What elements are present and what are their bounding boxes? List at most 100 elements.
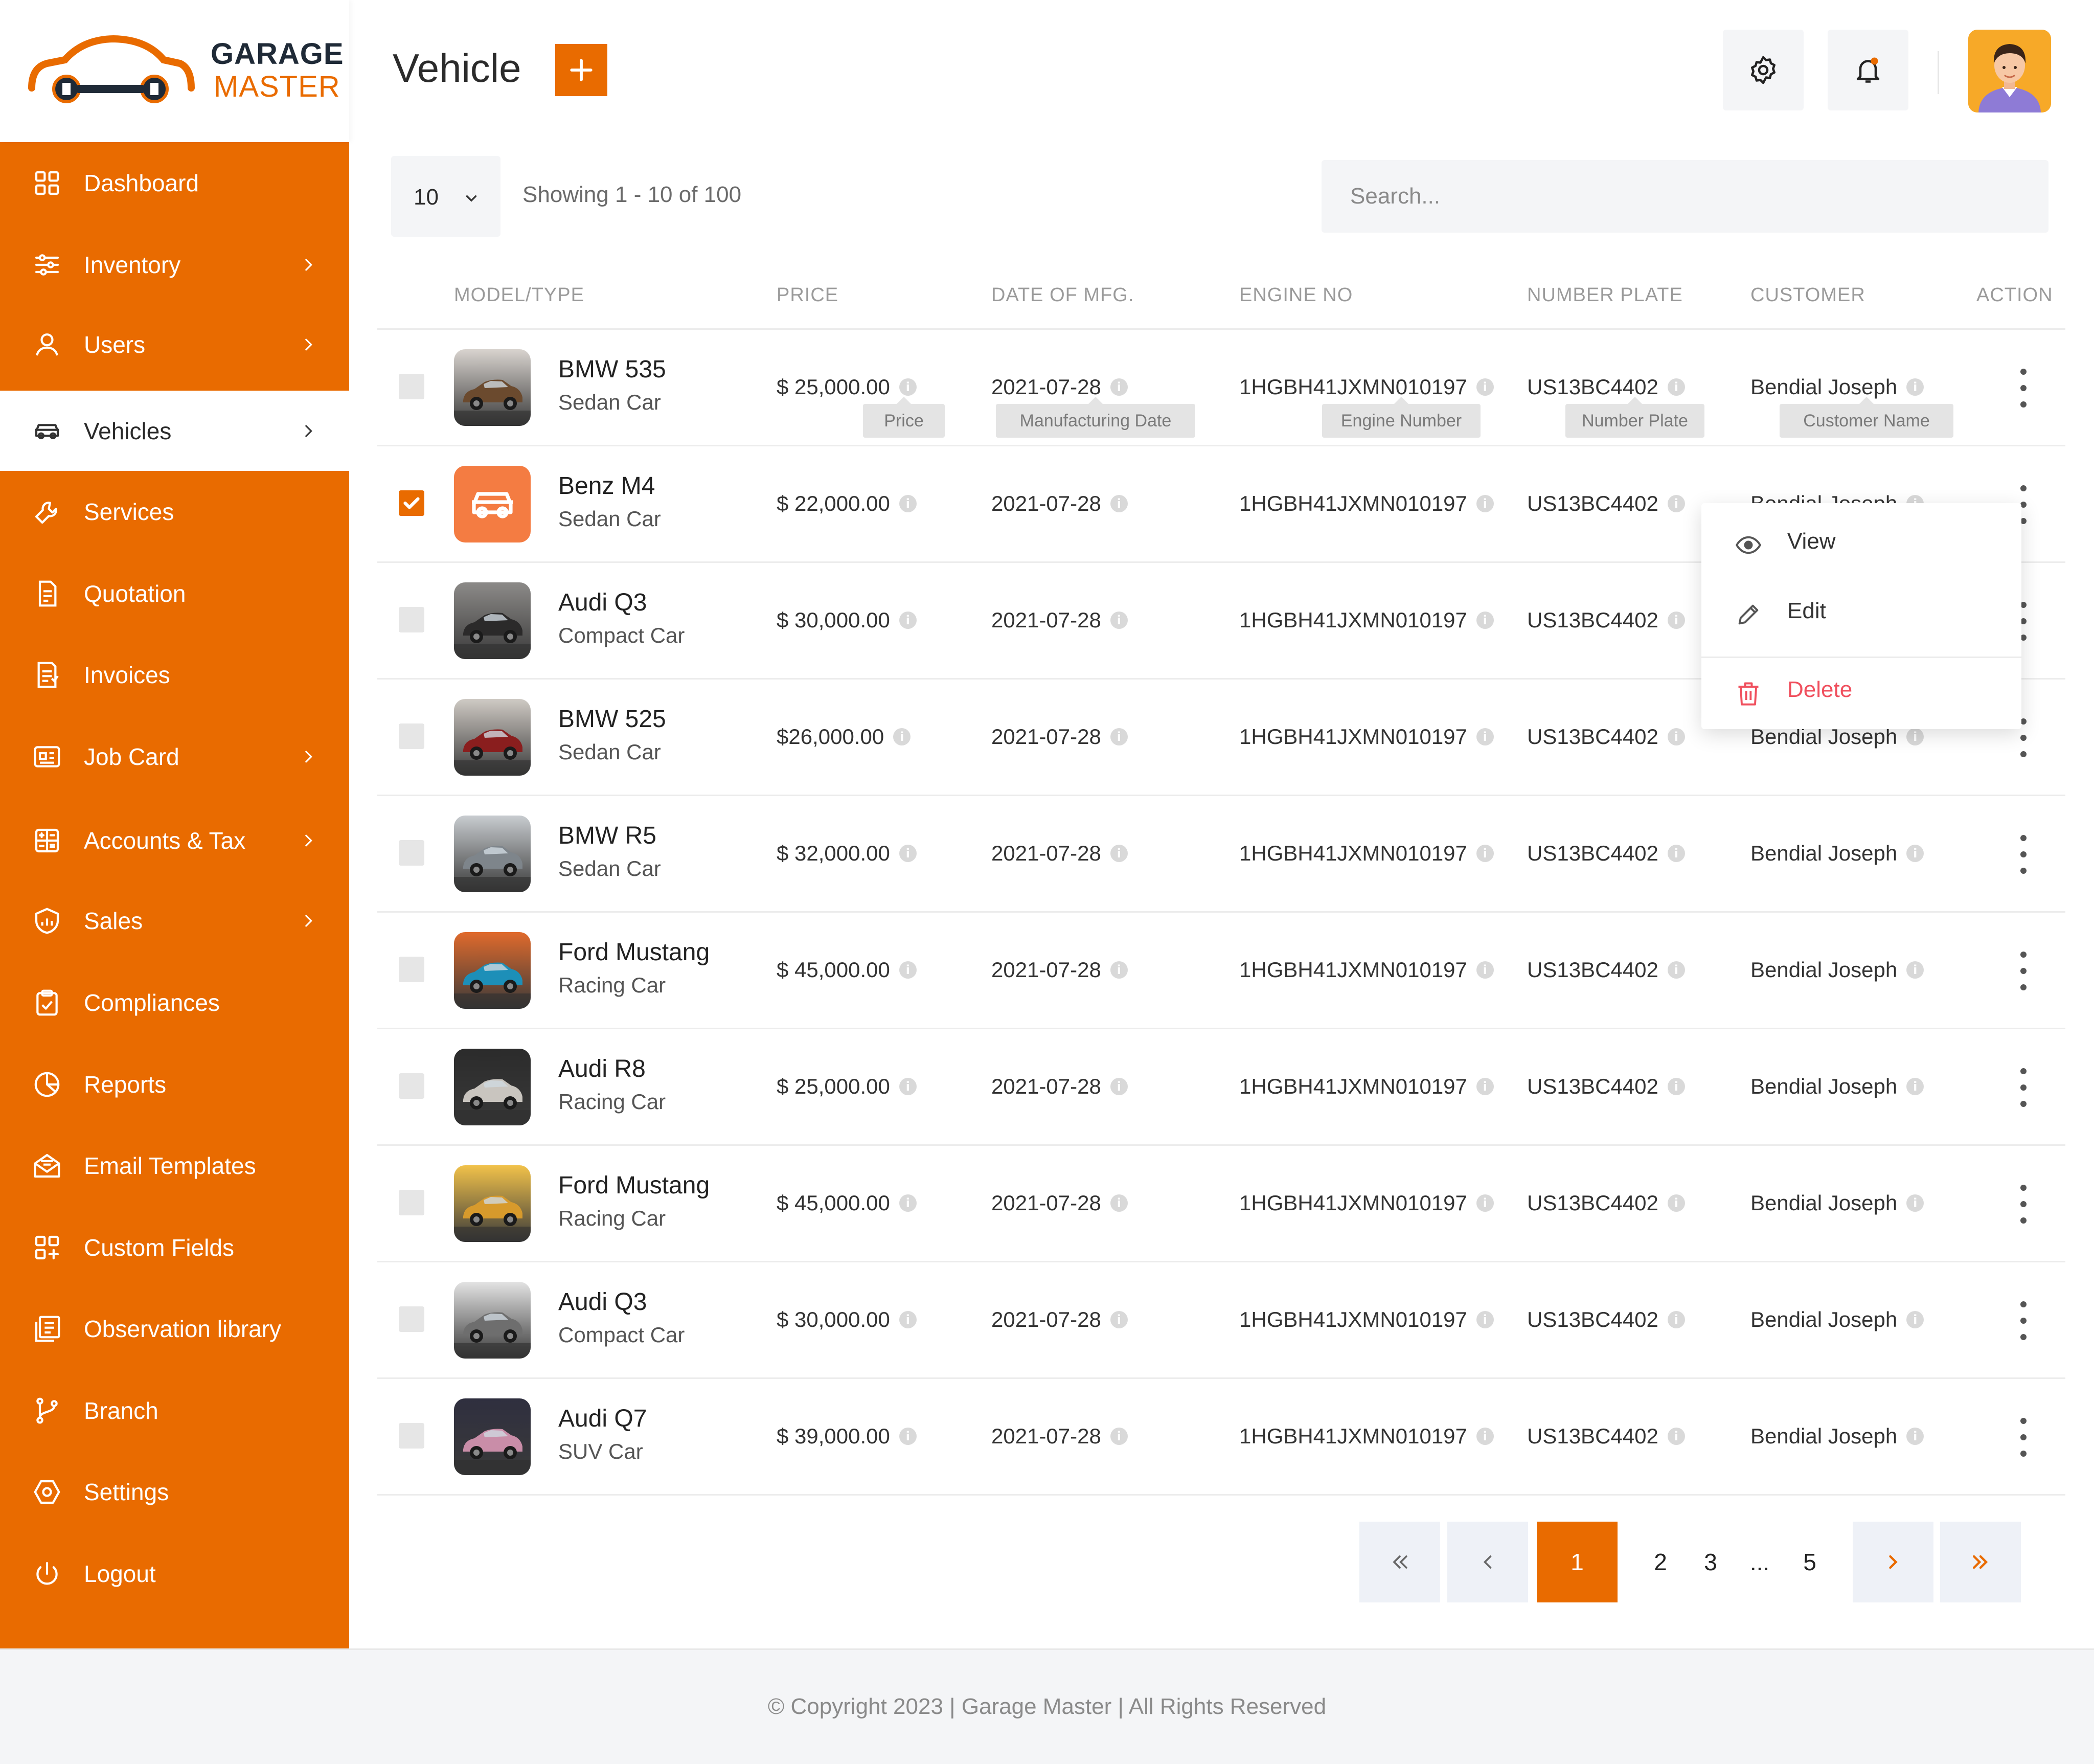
- pagination-page-1[interactable]: 1: [1537, 1522, 1618, 1602]
- info-icon[interactable]: i: [1110, 495, 1128, 512]
- pagination-last-button[interactable]: [1940, 1522, 2021, 1602]
- info-icon[interactable]: i: [899, 1311, 917, 1328]
- info-icon[interactable]: i: [1667, 1078, 1685, 1095]
- info-icon[interactable]: i: [1110, 1428, 1128, 1445]
- vehicle-model[interactable]: Audi Q7: [558, 1405, 647, 1433]
- info-icon[interactable]: i: [899, 1194, 917, 1212]
- sidebar-item-accounts-tax[interactable]: Accounts & Tax: [0, 802, 349, 879]
- info-icon[interactable]: i: [1667, 1311, 1685, 1328]
- info-icon[interactable]: i: [1476, 378, 1494, 396]
- sidebar-item-inventory[interactable]: Inventory: [0, 227, 349, 303]
- sidebar-item-custom-fields[interactable]: Custom Fields: [0, 1209, 349, 1286]
- info-icon[interactable]: i: [893, 728, 911, 745]
- search-input[interactable]: [1322, 160, 2049, 233]
- vehicle-model[interactable]: Benz M4: [558, 472, 655, 500]
- row-checkbox[interactable]: [399, 1306, 424, 1332]
- customer-value[interactable]: Bendial Joseph: [1750, 375, 1897, 399]
- info-icon[interactable]: i: [1667, 728, 1685, 745]
- info-icon[interactable]: i: [1906, 845, 1924, 862]
- info-icon[interactable]: i: [1667, 845, 1685, 862]
- vehicle-model[interactable]: Ford Mustang: [558, 938, 710, 966]
- info-icon[interactable]: i: [1667, 495, 1685, 512]
- info-icon[interactable]: i: [1667, 1428, 1685, 1445]
- sidebar-item-dashboard[interactable]: Dashboard: [0, 145, 349, 221]
- customer-value[interactable]: Bendial Joseph: [1750, 1074, 1897, 1099]
- sidebar-item-compliances[interactable]: Compliances: [0, 964, 349, 1041]
- sidebar-item-reports[interactable]: Reports: [0, 1046, 349, 1123]
- row-checkbox[interactable]: [399, 374, 424, 399]
- pagination-first-button[interactable]: [1359, 1522, 1440, 1602]
- page-size-select[interactable]: 10: [391, 156, 500, 237]
- customer-value[interactable]: Bendial Joseph: [1750, 1424, 1897, 1449]
- vehicle-model[interactable]: BMW 535: [558, 355, 666, 383]
- info-icon[interactable]: i: [899, 495, 917, 512]
- info-icon[interactable]: i: [1476, 495, 1494, 512]
- sidebar-item-vehicles[interactable]: Vehicles: [0, 391, 349, 471]
- sidebar-item-settings[interactable]: Settings: [0, 1454, 349, 1530]
- vehicle-model[interactable]: BMW 525: [558, 705, 666, 733]
- info-icon[interactable]: i: [1476, 961, 1494, 979]
- menu-item-delete[interactable]: Delete: [1701, 658, 2021, 724]
- sidebar-item-quotation[interactable]: Quotation: [0, 555, 349, 632]
- row-checkbox[interactable]: [399, 723, 424, 749]
- pagination-next-button[interactable]: [1853, 1522, 1933, 1602]
- pagination-page-3[interactable]: 3: [1690, 1522, 1731, 1602]
- info-icon[interactable]: i: [899, 378, 917, 396]
- row-actions-button[interactable]: [2013, 835, 2034, 874]
- info-icon[interactable]: i: [899, 1428, 917, 1445]
- settings-button[interactable]: [1723, 30, 1804, 110]
- info-icon[interactable]: i: [1906, 728, 1924, 745]
- info-icon[interactable]: i: [1110, 845, 1128, 862]
- column-header-engine[interactable]: ENGINE NO: [1239, 284, 1353, 306]
- menu-item-view[interactable]: View: [1701, 509, 2021, 576]
- sidebar-item-users[interactable]: Users: [0, 306, 349, 383]
- info-icon[interactable]: i: [1667, 1194, 1685, 1212]
- info-icon[interactable]: i: [1476, 1194, 1494, 1212]
- info-icon[interactable]: i: [1110, 378, 1128, 396]
- add-vehicle-button[interactable]: [555, 44, 607, 96]
- info-icon[interactable]: i: [1476, 728, 1494, 745]
- row-actions-button[interactable]: [2013, 1068, 2034, 1107]
- info-icon[interactable]: i: [1667, 612, 1685, 629]
- info-icon[interactable]: i: [1110, 728, 1128, 745]
- info-icon[interactable]: i: [1476, 612, 1494, 629]
- info-icon[interactable]: i: [1110, 1078, 1128, 1095]
- info-icon[interactable]: i: [1906, 1428, 1924, 1445]
- vehicle-model[interactable]: BMW R5: [558, 822, 656, 850]
- info-icon[interactable]: i: [1667, 378, 1685, 396]
- sidebar-item-logout[interactable]: Logout: [0, 1535, 349, 1612]
- customer-value[interactable]: Bendial Joseph: [1750, 958, 1897, 982]
- column-header-price[interactable]: PRICE: [777, 284, 838, 306]
- customer-value[interactable]: Bendial Joseph: [1750, 1307, 1897, 1332]
- info-icon[interactable]: i: [1906, 378, 1924, 396]
- menu-item-edit[interactable]: Edit: [1701, 579, 2021, 645]
- info-icon[interactable]: i: [899, 612, 917, 629]
- row-checkbox[interactable]: [399, 607, 424, 632]
- info-icon[interactable]: i: [1110, 1311, 1128, 1328]
- sidebar-item-branch[interactable]: Branch: [0, 1372, 349, 1449]
- pagination-page-5[interactable]: 5: [1789, 1522, 1830, 1602]
- sidebar-item-invoices[interactable]: Invoices: [0, 637, 349, 713]
- sidebar-item-email-templates[interactable]: Email Templates: [0, 1127, 349, 1204]
- notifications-button[interactable]: [1828, 30, 1908, 110]
- row-checkbox[interactable]: [399, 1190, 424, 1215]
- column-header-date[interactable]: DATE OF MFG.: [991, 284, 1134, 306]
- info-icon[interactable]: i: [1906, 1311, 1924, 1328]
- customer-value[interactable]: Bendial Joseph: [1750, 841, 1897, 866]
- sidebar-item-sales[interactable]: Sales: [0, 883, 349, 959]
- sidebar-item-services[interactable]: Services: [0, 473, 349, 550]
- row-actions-button[interactable]: [2013, 1418, 2034, 1457]
- info-icon[interactable]: i: [1476, 1078, 1494, 1095]
- info-icon[interactable]: i: [1906, 961, 1924, 979]
- info-icon[interactable]: i: [899, 961, 917, 979]
- info-icon[interactable]: i: [1110, 612, 1128, 629]
- vehicle-model[interactable]: Audi Q3: [558, 1288, 647, 1316]
- row-checkbox[interactable]: [399, 1073, 424, 1099]
- brand-logo[interactable]: GARAGE MASTER: [0, 0, 349, 142]
- vehicle-model[interactable]: Audi Q3: [558, 589, 647, 617]
- info-icon[interactable]: i: [1667, 961, 1685, 979]
- row-checkbox[interactable]: [399, 490, 424, 516]
- info-icon[interactable]: i: [1906, 1078, 1924, 1095]
- row-actions-button[interactable]: [2013, 952, 2034, 990]
- info-icon[interactable]: i: [1476, 845, 1494, 862]
